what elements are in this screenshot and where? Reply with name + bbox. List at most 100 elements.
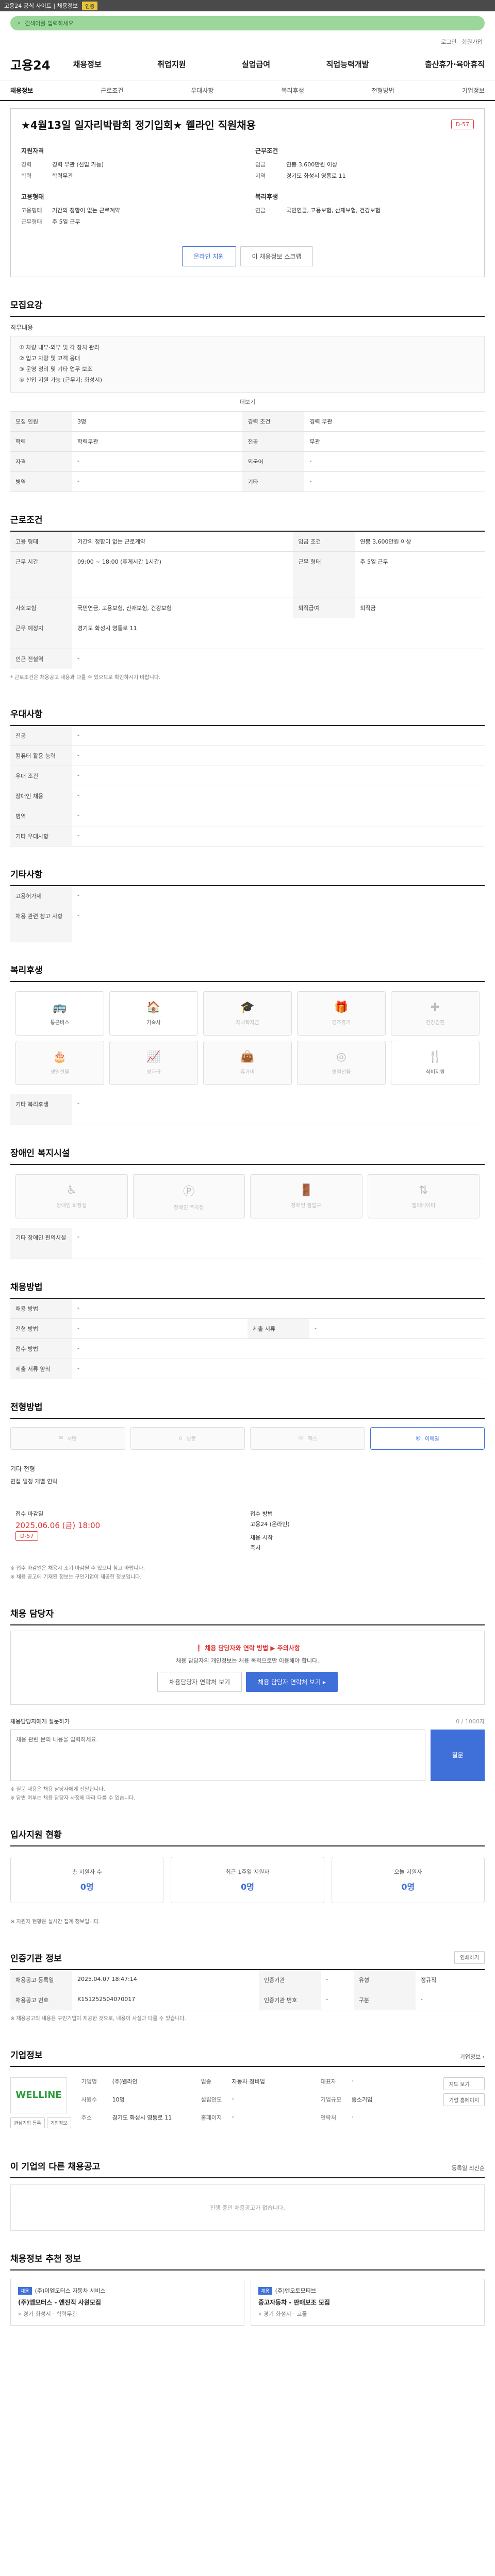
tab-recruit[interactable]: 채용정보 <box>10 86 33 95</box>
table-header-cell: 근무 형태 <box>293 551 355 598</box>
elevator-icon: ⇅ <box>419 1184 428 1197</box>
location-icon: ⌖ <box>18 2310 23 2317</box>
table-cell: - <box>304 451 485 472</box>
table-cell: - <box>72 1298 485 1319</box>
job-summary-card: ★4월13일 일자리박람회 정기입회★ 웰라인 직원채용 D-57 지원자격 경… <box>10 108 485 277</box>
table-cell: - <box>72 725 485 746</box>
table-cell: - <box>72 786 485 806</box>
qa-label: 채용담당자에게 질문하기 <box>10 1718 70 1725</box>
company-value: 중소기업 <box>351 2096 373 2103</box>
summary-row: 고용형태 기간의 정함이 없는 근로계약 <box>21 206 240 214</box>
company-value: 10명 <box>112 2096 125 2103</box>
company-row: 홈페이지 - <box>201 2113 314 2125</box>
facility-card: ⇅ 엘리베이터 <box>367 1174 480 1219</box>
qa-header: 채용담당자에게 질문하기 0 / 1000자 <box>10 1717 485 1730</box>
table-header-cell: 고용허가제 <box>10 886 72 906</box>
welfare-label: 식비지원 <box>425 1069 445 1075</box>
table-header-cell: 컴퓨터 활용 능력 <box>10 745 72 766</box>
print-button[interactable]: 인쇄하기 <box>454 1951 485 1964</box>
table-cell: 3명 <box>72 411 243 432</box>
company-row: 업종 자동차 정비업 <box>201 2077 314 2089</box>
agency-table: 채용공고 등록일 2025.04.07 18:47:14 인증기관 - 유형 정규직 채용… <box>10 1970 485 2010</box>
welfare-label: 성과급 <box>146 1069 161 1075</box>
table-cell: 정규직 <box>415 1970 485 1990</box>
contact-view-button[interactable]: 채용담당자 연락처 보기 <box>157 1671 242 1692</box>
gnb-item[interactable]: 취업지원 <box>157 59 186 70</box>
site-logo[interactable]: 고용24 <box>10 55 51 73</box>
table-cell: 연봉 3,600만원 이상 <box>355 531 485 552</box>
gnb-item[interactable]: 출산휴가·육아휴직 <box>425 59 485 70</box>
qa-send-button[interactable]: 질문 <box>431 1729 485 1781</box>
table-cell: - <box>72 1094 485 1126</box>
login-link[interactable]: 로그인 <box>441 38 456 46</box>
homepage-button[interactable]: 기업 홈페이지 <box>443 2093 485 2106</box>
interest-button[interactable]: 관심기업 등록 <box>10 2117 45 2128</box>
join-link[interactable]: 회원가입 <box>462 38 483 46</box>
table-header-cell: 장애인 채용 <box>10 786 72 806</box>
stat-card: 최근 1주일 지원자 0명 <box>171 1856 324 1903</box>
global-nav: 고용24 채용정보 취업지원 실업급여 직업능력개발 출산휴가·육아휴직 <box>0 48 495 80</box>
gnb-item[interactable]: 직업능력개발 <box>326 59 369 70</box>
contact-option[interactable]: ⌂ 방문 <box>130 1427 245 1450</box>
welfare-label: 생일선물 <box>50 1069 70 1075</box>
company-header: 기업정보 기업정보 › <box>10 2048 485 2066</box>
contact-option[interactable]: ✉ 서면 <box>10 1427 125 1450</box>
contact-option-label: 이메일 <box>424 1436 439 1443</box>
tab-conditions[interactable]: 근로조건 <box>101 86 123 95</box>
duty-line: ④ 신입 지원 가능 (근무지: 화성시) <box>19 376 103 383</box>
similar-education: 고졸 <box>296 2310 307 2317</box>
company-logo: WELLINE <box>10 2077 67 2113</box>
gnb-item[interactable]: 채용정보 <box>73 59 102 70</box>
stat-label: 최근 1주일 지원자 <box>225 1868 270 1875</box>
summary-value: 경력 무관 (신입 가능) <box>52 161 104 168</box>
table-cell: - <box>320 1990 354 2010</box>
tab-welfare[interactable]: 복리후생 <box>281 86 304 95</box>
table-row: 장애인 채용 - <box>10 786 485 806</box>
summary-key: 연금 <box>255 207 266 214</box>
note-line: ※ 채용 공고에 기재된 정보는 구인기업이 제공한 정보입니다. <box>10 1574 142 1580</box>
map-button[interactable]: 지도 보기 <box>443 2077 485 2090</box>
table-cell: - <box>72 826 485 846</box>
conditions-section: 근로조건 고용 형태 기간의 정함이 없는 근로계약 임금 조건 연봉 3,600만원… <box>10 492 485 686</box>
gnb-item[interactable]: 실업급여 <box>242 59 270 70</box>
similar-card[interactable]: 채용 (주)엔오토모티브 중고자동차 - 판매보조 모집 ⌖ 경기 화성시 · 고… <box>251 2278 485 2326</box>
chart-icon: 📈 <box>146 1050 161 1063</box>
tab-preference[interactable]: 우대사항 <box>191 86 213 95</box>
apply-button[interactable]: 온라인 지원 <box>182 246 236 266</box>
section-title: 기타사항 <box>10 867 485 886</box>
contact-option[interactable]: ☏ 팩스 <box>250 1427 365 1450</box>
similar-title: (주)엠모터스 - 엔진직 사원모집 <box>18 2298 101 2306</box>
company-row: 주소 경기도 화성시 영통로 11 <box>81 2113 194 2125</box>
stats-grid: 총 지원자 수 0명 최근 1주일 지원자 0명 오늘 지원자 0명 <box>10 1846 485 1913</box>
contact-view-primary-button[interactable]: 채용 담당자 연락처 보기 ▸ <box>246 1671 338 1692</box>
stats-note: ※ 지원자 현황은 실시간 집계 정보입니다. <box>10 1919 101 1925</box>
tab-company[interactable]: 기업정보 <box>462 86 485 95</box>
company-value: 경기도 화성시 영통로 11 <box>112 2114 172 2121</box>
similar-location: 경기 화성시 <box>263 2310 291 2317</box>
company-info-button[interactable]: 기업정보 <box>46 2117 71 2128</box>
bag-icon: 👜 <box>240 1050 255 1063</box>
cake-icon: 🎂 <box>53 1050 67 1063</box>
more-button[interactable]: 더보기 <box>10 393 485 412</box>
section-title: 입사지원 현황 <box>10 1827 485 1846</box>
summary-heading: 지원자격 <box>21 147 44 155</box>
scrap-button[interactable]: 이 채용정보 스크랩 <box>240 246 314 266</box>
tab-process[interactable]: 전형방법 <box>372 86 394 95</box>
table-row: 기타 우대사항 - <box>10 826 485 846</box>
company-row: 사원수 10명 <box>81 2095 194 2107</box>
table-row: 채용 관련 참고 사항 - <box>10 906 485 942</box>
company-more-link[interactable]: 기업정보 › <box>460 2053 485 2061</box>
etc-section: 기타사항 고용허가제 - 채용 관련 참고 사항 - <box>10 846 485 942</box>
welfare-card: ✚ 건강검진 <box>391 991 480 1036</box>
similar-card[interactable]: 채용 (주)이엠모터스 자동차 서비스 (주)엠모터스 - 엔진직 사원모집 ⌖ … <box>10 2278 244 2326</box>
contact-option[interactable]: @ 이메일 <box>370 1427 485 1450</box>
table-header-cell: 제출 서류 <box>248 1318 309 1339</box>
table-row: 제출 서류 양식 - <box>10 1359 485 1379</box>
summary-row: 임금 연봉 3,600만원 이상 <box>255 160 474 168</box>
qa-textarea[interactable] <box>10 1729 426 1781</box>
table-cell: - <box>309 1318 485 1339</box>
sort-select[interactable]: 등록일 최신순 <box>452 2164 485 2172</box>
company-row: 기업규모 중소기업 <box>321 2095 433 2107</box>
search-input[interactable]: ⌕ 검색어를 입력하세요 <box>10 16 485 30</box>
bonus-icon: 🎓 <box>240 1001 255 1014</box>
